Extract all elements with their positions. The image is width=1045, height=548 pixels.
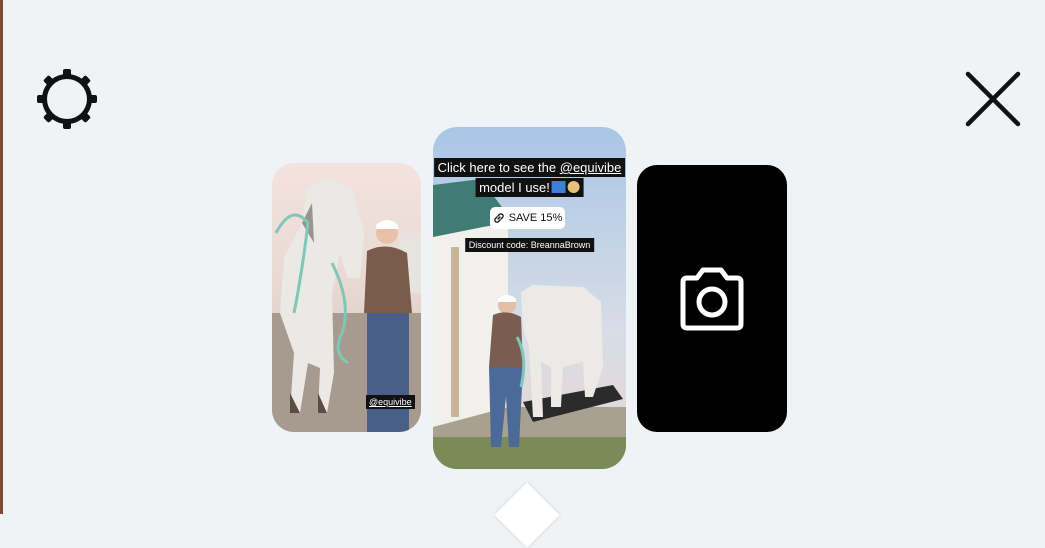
- camera-capture-card[interactable]: [637, 165, 787, 432]
- link-icon: [493, 213, 504, 223]
- settings-button[interactable]: [32, 64, 102, 134]
- link-sticker[interactable]: SAVE 15%: [490, 207, 565, 229]
- gear-icon: [37, 69, 97, 129]
- close-button[interactable]: [958, 64, 1028, 134]
- selection-pointer: [494, 482, 560, 548]
- horse-photo: [272, 163, 421, 432]
- caption-mention[interactable]: @equivibe: [560, 160, 622, 175]
- camera-icon: [680, 267, 744, 330]
- story-thumbnail-left[interactable]: @equivibe: [272, 163, 421, 432]
- story-preview-center[interactable]: Click here to see the @equivibe model I …: [433, 127, 626, 469]
- mention-tag[interactable]: @equivibe: [366, 395, 415, 409]
- close-icon: [965, 71, 1021, 127]
- hand-emoji: [567, 181, 580, 193]
- story-caption-line1: Click here to see the @equivibe: [433, 158, 626, 177]
- window-edge: [0, 0, 3, 514]
- link-sticker-label: SAVE 15%: [508, 212, 563, 224]
- story-caption-line2: model I use!: [475, 178, 584, 197]
- down-arrow-emoji: [551, 181, 566, 193]
- discount-code-text: Discount code: BreannaBrown: [464, 238, 595, 252]
